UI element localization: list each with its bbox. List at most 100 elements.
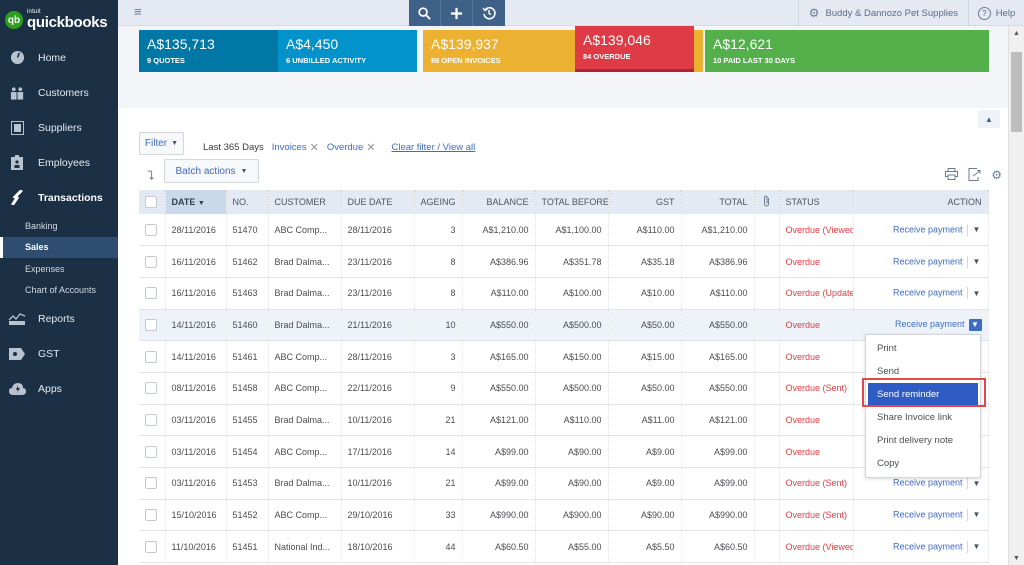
- collapse-money-bar-button[interactable]: ▲: [978, 110, 1000, 128]
- row-checkbox[interactable]: [145, 382, 157, 395]
- row-actions-dropdown-icon[interactable]: ▼: [972, 225, 982, 234]
- help-button[interactable]: ? Help: [968, 0, 1024, 26]
- row-actions-dropdown-icon[interactable]: ▼: [972, 479, 982, 488]
- row-actions-dropdown-icon[interactable]: ▼: [972, 510, 982, 519]
- scrollbar-thumb[interactable]: [1011, 52, 1022, 132]
- search-button[interactable]: [409, 0, 441, 26]
- sidebar-item-reports[interactable]: Reports: [0, 301, 118, 336]
- export-icon[interactable]: [968, 168, 981, 184]
- menu-item-copy[interactable]: Copy: [866, 452, 980, 475]
- sidebar-item-apps[interactable]: Apps: [0, 371, 118, 406]
- sidebar-subitem-banking[interactable]: Banking: [0, 215, 118, 237]
- row-actions-dropdown-icon[interactable]: ▼: [972, 542, 982, 551]
- column-due-date[interactable]: DUE DATE: [341, 190, 415, 214]
- cell-total-before: A$55.00: [535, 530, 609, 564]
- row-actions-dropdown-icon[interactable]: ▼: [972, 257, 982, 266]
- company-settings-button[interactable]: ⚙ Buddy & Dannozo Pet Supplies: [797, 0, 968, 26]
- money-bar-paid[interactable]: A$12,621 10 PAID LAST 30 DAYS: [705, 30, 989, 72]
- column-gst[interactable]: GST: [608, 190, 682, 214]
- row-checkbox[interactable]: [145, 509, 157, 522]
- money-bar-overdue[interactable]: A$139,046 84 OVERDUE: [575, 26, 694, 72]
- sort-arrow-icon[interactable]: ⮧: [147, 168, 155, 184]
- row-checkbox[interactable]: [145, 350, 157, 363]
- table-row[interactable]: 16/11/2016 51463 Brad Dalma... 23/11/2016 8 A…: [139, 277, 989, 310]
- column-status[interactable]: STATUS: [779, 190, 854, 214]
- quickbooks-logo[interactable]: qb intuit quickbooks: [0, 0, 118, 40]
- close-icon[interactable]: ✕: [366, 141, 375, 154]
- menu-item-share-invoice-link[interactable]: Share Invoice link: [866, 406, 980, 429]
- table-row[interactable]: 14/11/2016 51460 Brad Dalma... 21/11/2016 10…: [139, 309, 989, 342]
- receive-payment-link[interactable]: Receive payment: [893, 541, 963, 551]
- row-actions-dropdown-icon[interactable]: ▼: [972, 289, 982, 298]
- column-date[interactable]: DATE ▼: [165, 190, 227, 214]
- scroll-down-arrow-icon[interactable]: ▼: [1009, 551, 1024, 565]
- receive-payment-link[interactable]: Receive payment: [895, 319, 965, 329]
- menu-item-print-delivery-note[interactable]: Print delivery note: [866, 429, 980, 452]
- money-bar-unbilled[interactable]: A$4,450 6 UNBILLED ACTIVITY: [278, 30, 417, 72]
- row-checkbox[interactable]: [145, 445, 157, 458]
- receive-payment-link[interactable]: Receive payment: [893, 478, 963, 488]
- table-row[interactable]: 03/11/2016 51453 Brad Dalma... 10/11/2016 21…: [139, 467, 989, 500]
- settings-gear-icon[interactable]: ⚙: [991, 168, 1002, 184]
- sidebar-item-suppliers[interactable]: Suppliers: [0, 110, 118, 145]
- money-bar-quotes[interactable]: A$135,713 9 QUOTES: [139, 30, 278, 72]
- close-icon[interactable]: ✕: [310, 141, 319, 154]
- table-row[interactable]: 11/10/2016 51451 National Ind... 18/10/2016…: [139, 530, 989, 564]
- receive-payment-link[interactable]: Receive payment: [893, 509, 963, 519]
- hamburger-menu-icon[interactable]: ≡: [134, 5, 146, 18]
- column-customer[interactable]: CUSTOMER: [268, 190, 342, 214]
- filter-button[interactable]: Filter ▼: [139, 132, 184, 155]
- page-scrollbar[interactable]: ▲ ▼: [1008, 26, 1024, 565]
- scroll-up-arrow-icon[interactable]: ▲: [1009, 26, 1024, 40]
- qb-logo-icon: qb: [5, 11, 23, 29]
- row-checkbox[interactable]: [145, 477, 157, 490]
- menu-item-send[interactable]: Send: [866, 360, 980, 383]
- batch-actions-button[interactable]: Batch actions ▼: [164, 159, 259, 183]
- sidebar-item-employees[interactable]: Employees: [0, 145, 118, 180]
- row-checkbox[interactable]: [145, 413, 157, 426]
- sidebar-item-home[interactable]: Home: [0, 40, 118, 75]
- filter-chip-overdue[interactable]: Overdue ✕: [327, 141, 376, 154]
- table-row[interactable]: 15/10/2016 51452 ABC Comp... 29/10/2016 33 A$…: [139, 499, 989, 532]
- sidebar-subitem-expenses[interactable]: Expenses: [0, 258, 118, 280]
- table-row[interactable]: 03/11/2016 51454 ABC Comp... 17/11/2016 14 A$…: [139, 435, 989, 468]
- cell-due-date: 23/11/2016: [341, 277, 415, 310]
- table-row[interactable]: 16/11/2016 51462 Brad Dalma... 23/11/2016 8 A…: [139, 245, 989, 278]
- clear-filter-link[interactable]: Clear filter / View all: [391, 142, 475, 153]
- column-no[interactable]: NO.: [226, 190, 269, 214]
- column-total-before[interactable]: TOTAL BEFORE: [535, 190, 609, 214]
- menu-item-send-reminder[interactable]: Send reminder: [868, 383, 978, 406]
- receive-payment-link[interactable]: Receive payment: [893, 224, 963, 234]
- create-button[interactable]: [441, 0, 473, 26]
- receive-payment-link[interactable]: Receive payment: [893, 256, 963, 266]
- filter-chip-invoices[interactable]: Invoices ✕: [272, 141, 319, 154]
- recent-transactions-button[interactable]: [473, 0, 505, 26]
- print-icon[interactable]: [945, 168, 959, 184]
- row-checkbox[interactable]: [145, 223, 157, 236]
- select-all-checkbox[interactable]: [145, 196, 157, 208]
- column-balance[interactable]: BALANCE: [462, 190, 536, 214]
- sidebar-item-transactions[interactable]: Transactions: [0, 180, 118, 215]
- table-row[interactable]: 03/11/2016 51455 Brad Dalma... 10/11/2016 21…: [139, 404, 989, 437]
- table-row[interactable]: 14/11/2016 51461 ABC Comp... 28/11/2016 3 A$1…: [139, 340, 989, 373]
- table-row[interactable]: 28/11/2016 51470 ABC Comp... 28/11/2016 3 A$1…: [139, 214, 989, 247]
- column-total[interactable]: TOTAL: [681, 190, 755, 214]
- column-attachment[interactable]: [754, 190, 780, 214]
- table-row[interactable]: 08/11/2016 51458 ABC Comp... 22/11/2016 9 A$5…: [139, 372, 989, 405]
- cell-gst: A$50.00: [608, 372, 682, 405]
- sidebar-subitem-sales[interactable]: Sales: [0, 236, 118, 258]
- row-checkbox[interactable]: [145, 318, 157, 331]
- column-ageing[interactable]: AGEING: [414, 190, 463, 214]
- row-checkbox[interactable]: [145, 287, 157, 300]
- row-checkbox[interactable]: [145, 255, 157, 268]
- select-all-header[interactable]: [139, 190, 166, 214]
- sidebar-subitem-chart-of-accounts[interactable]: Chart of Accounts: [0, 280, 118, 302]
- menu-item-print[interactable]: Print: [866, 337, 980, 360]
- sidebar-item-gst[interactable]: GST: [0, 336, 118, 371]
- cell-total-before: A$150.00: [535, 340, 609, 373]
- receive-payment-link[interactable]: Receive payment: [893, 288, 963, 298]
- sidebar-item-customers[interactable]: Customers: [0, 75, 118, 110]
- row-checkbox[interactable]: [145, 540, 157, 553]
- row-actions-dropdown-icon[interactable]: ▼: [968, 318, 982, 331]
- cell-balance: A$60.50: [462, 530, 536, 564]
